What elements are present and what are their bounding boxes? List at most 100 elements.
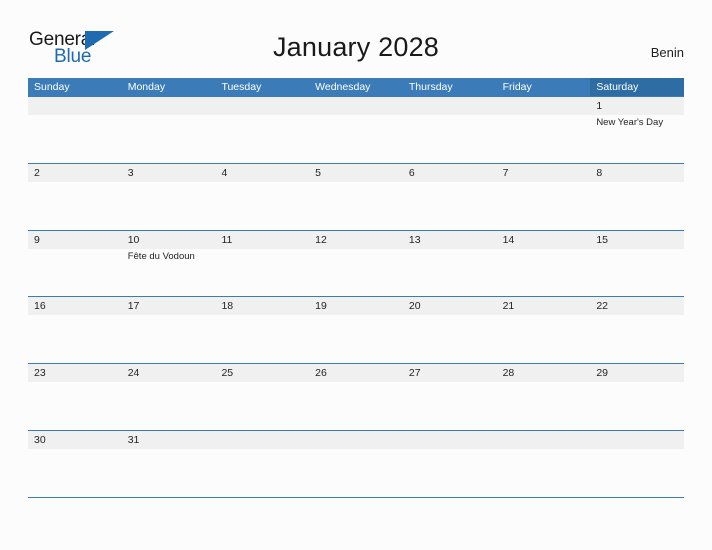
day-event xyxy=(28,382,122,430)
week-daynum-band: 16 17 18 19 20 21 22 xyxy=(28,297,684,316)
week-event-band: Fête du Vodoun xyxy=(28,248,684,297)
day-number[interactable]: 28 xyxy=(497,364,591,382)
day-number[interactable] xyxy=(122,97,216,115)
weekday-header-monday: Monday xyxy=(127,81,166,93)
day-number[interactable]: 15 xyxy=(590,231,684,249)
weekday-header-row: Sunday Monday Tuesday Wednesday Thursday… xyxy=(28,78,685,96)
day-number[interactable]: 5 xyxy=(309,164,403,182)
day-number[interactable]: 25 xyxy=(215,364,309,382)
day-number[interactable] xyxy=(590,431,684,449)
week-daynum-band: 30 31 xyxy=(28,430,684,449)
day-event xyxy=(309,115,403,163)
day-event xyxy=(497,115,591,163)
day-event xyxy=(122,382,216,430)
day-event xyxy=(403,315,497,363)
day-event xyxy=(122,315,216,363)
week-daynum-band: 23 24 25 26 27 28 29 xyxy=(28,364,684,383)
day-event xyxy=(28,182,122,230)
weekday-header-thursday: Thursday xyxy=(408,81,453,93)
day-number[interactable]: 31 xyxy=(122,431,216,449)
day-number[interactable]: 1 xyxy=(590,97,684,115)
day-event xyxy=(403,182,497,230)
weekday-header-tuesday: Tuesday xyxy=(221,81,262,93)
page-title: January 2028 xyxy=(272,32,440,62)
day-number[interactable]: 10 xyxy=(122,231,216,249)
day-number[interactable]: 11 xyxy=(215,231,309,249)
day-number[interactable] xyxy=(28,97,122,115)
day-event xyxy=(497,449,591,497)
day-event xyxy=(28,449,122,497)
day-number[interactable]: 27 xyxy=(403,364,497,382)
day-event xyxy=(309,315,403,363)
day-number[interactable] xyxy=(309,97,403,115)
day-event xyxy=(215,249,309,297)
day-event xyxy=(590,382,684,430)
day-event xyxy=(590,315,684,363)
day-number[interactable]: 21 xyxy=(497,297,591,315)
day-number[interactable]: 26 xyxy=(309,364,403,382)
day-event xyxy=(403,382,497,430)
week-row: 16 17 18 19 20 21 22 xyxy=(28,296,684,364)
day-number[interactable] xyxy=(403,431,497,449)
day-event xyxy=(122,449,216,497)
day-number[interactable]: 9 xyxy=(28,231,122,249)
week-daynum-band: 2 3 4 5 6 7 8 xyxy=(28,163,684,182)
day-number[interactable]: 23 xyxy=(28,364,122,382)
day-number[interactable]: 3 xyxy=(122,164,216,182)
day-event xyxy=(215,449,309,497)
day-number[interactable]: 6 xyxy=(403,164,497,182)
day-event: New Year's Day xyxy=(596,117,664,128)
day-event xyxy=(28,315,122,363)
day-event xyxy=(215,382,309,430)
calendar-grid: Sunday Monday Tuesday Wednesday Thursday… xyxy=(28,78,685,498)
day-number[interactable]: 14 xyxy=(497,231,591,249)
day-event xyxy=(590,249,684,297)
day-number[interactable]: 29 xyxy=(590,364,684,382)
day-event xyxy=(28,249,122,297)
day-number[interactable]: 7 xyxy=(497,164,591,182)
week-row: 2 3 4 5 6 7 8 xyxy=(28,162,684,230)
week-row: 1 New Year's Day xyxy=(28,96,684,163)
day-number[interactable]: 20 xyxy=(403,297,497,315)
day-event: Fête du Vodoun xyxy=(127,250,195,262)
week-event-band xyxy=(28,382,684,431)
day-number[interactable]: 19 xyxy=(309,297,403,315)
day-event xyxy=(122,115,216,163)
day-number[interactable] xyxy=(497,431,591,449)
day-event xyxy=(403,249,497,297)
day-event xyxy=(590,182,684,230)
day-number[interactable] xyxy=(497,97,591,115)
day-number[interactable]: 18 xyxy=(215,297,309,315)
day-event xyxy=(122,182,216,230)
day-event xyxy=(497,182,591,230)
day-number[interactable]: 2 xyxy=(28,164,122,182)
week-event-band xyxy=(28,315,684,364)
weekday-header-wednesday: Wednesday xyxy=(315,81,371,93)
week-event-band xyxy=(28,181,684,230)
day-number[interactable]: 17 xyxy=(122,297,216,315)
week-event-band: New Year's Day xyxy=(28,115,684,163)
day-number[interactable]: 22 xyxy=(590,297,684,315)
day-event xyxy=(403,449,497,497)
day-event xyxy=(309,382,403,430)
day-number[interactable]: 13 xyxy=(403,231,497,249)
day-event xyxy=(497,249,591,297)
day-event xyxy=(215,315,309,363)
day-number[interactable]: 24 xyxy=(122,364,216,382)
day-number[interactable] xyxy=(215,97,309,115)
week-row: 9 10 11 12 13 14 15 Fête du Vodoun xyxy=(28,229,684,297)
day-number[interactable]: 16 xyxy=(28,297,122,315)
day-number[interactable]: 12 xyxy=(309,231,403,249)
day-event xyxy=(215,115,309,163)
week-row: 23 24 25 26 27 28 29 xyxy=(28,363,684,431)
day-number[interactable] xyxy=(215,431,309,449)
day-number[interactable]: 4 xyxy=(215,164,309,182)
week-daynum-band: 1 xyxy=(28,97,684,115)
day-event xyxy=(309,449,403,497)
day-event xyxy=(309,182,403,230)
day-number[interactable]: 8 xyxy=(590,164,684,182)
day-number[interactable] xyxy=(309,431,403,449)
day-event xyxy=(590,449,684,497)
day-number[interactable]: 30 xyxy=(28,431,122,449)
day-number[interactable] xyxy=(403,97,497,115)
